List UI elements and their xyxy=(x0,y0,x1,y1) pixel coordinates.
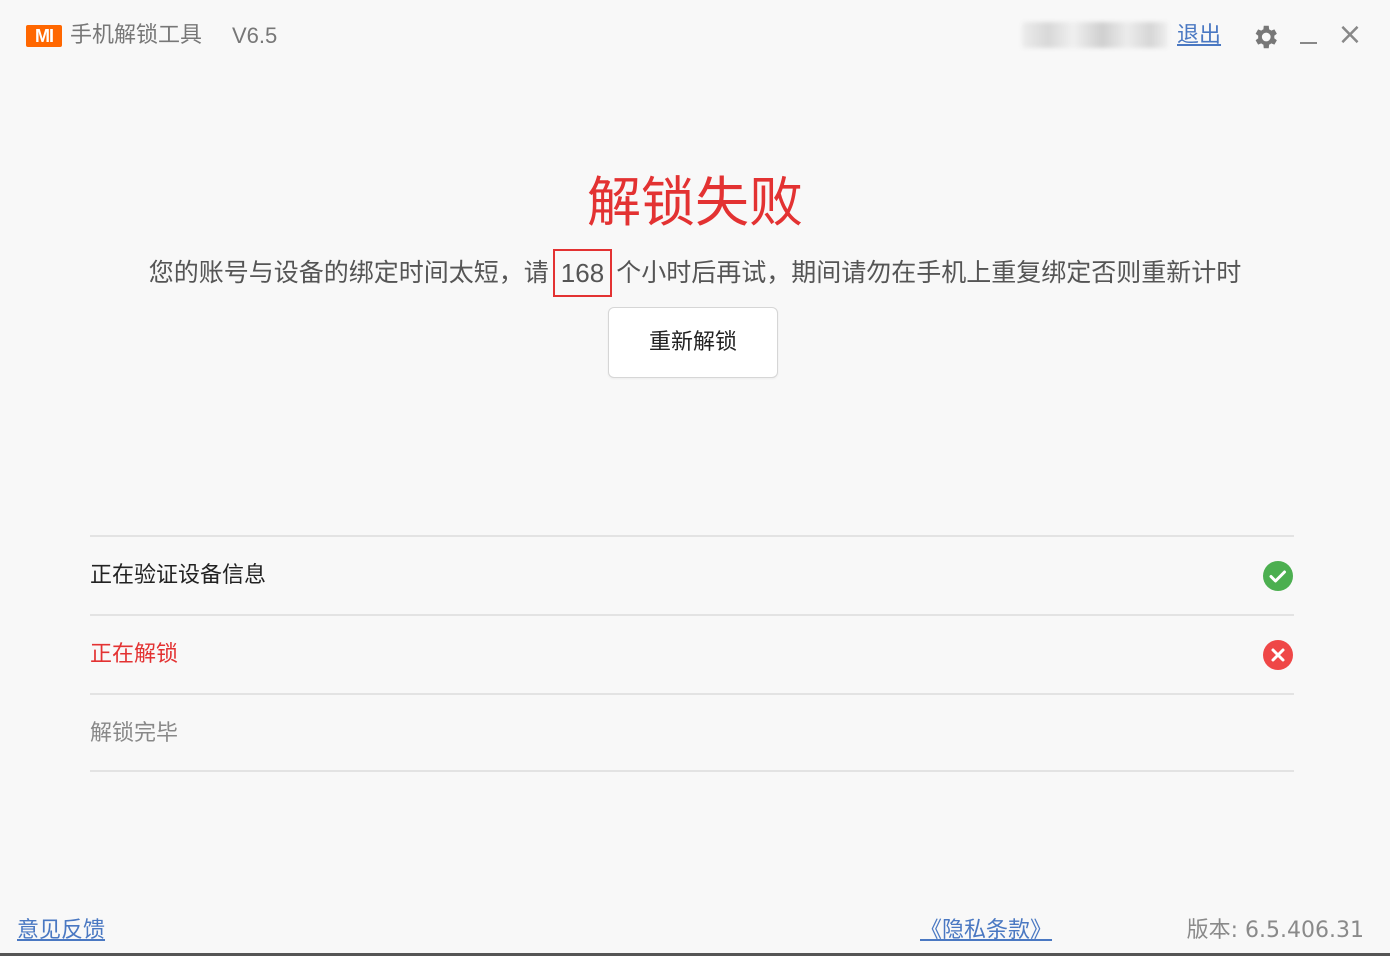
title-bar: MI 手机解锁工具 V6.5 退出 × xyxy=(0,0,1390,72)
message-suffix: 个小时后再试，期间请勿在手机上重复绑定否则重新计时 xyxy=(616,258,1242,287)
failure-message: 您的账号与设备的绑定时间太短，请 168 个小时后再试，期间请勿在手机上重复绑定否则… xyxy=(0,249,1390,297)
gear-icon[interactable] xyxy=(1250,22,1280,52)
close-icon[interactable]: × xyxy=(1337,20,1363,50)
privacy-terms-link[interactable]: 《隐私条款》 xyxy=(920,916,1052,946)
unlock-failed-title: 解锁失败 xyxy=(587,171,803,234)
wait-hours-highlight: 168 xyxy=(552,249,613,297)
mi-logo-icon: MI xyxy=(26,25,62,47)
app-title: 手机解锁工具 xyxy=(70,23,203,48)
step-label: 解锁完毕 xyxy=(90,721,179,746)
app-version: V6.5 xyxy=(232,23,278,48)
retry-unlock-button[interactable]: 重新解锁 xyxy=(608,307,778,378)
message-prefix: 您的账号与设备的绑定时间太短，请 xyxy=(148,258,549,287)
step-verify-device: 正在验证设备信息 xyxy=(90,535,1294,614)
error-x-icon xyxy=(1262,639,1294,671)
account-name-blurred xyxy=(1022,22,1168,48)
success-check-icon xyxy=(1262,560,1294,592)
feedback-link[interactable]: 意见反馈 xyxy=(17,916,105,946)
step-unlock-complete: 解锁完毕 xyxy=(90,693,1294,772)
minimize-icon[interactable] xyxy=(1296,24,1322,50)
logout-link[interactable]: 退出 xyxy=(1177,22,1221,50)
step-label: 正在验证设备信息 xyxy=(90,563,267,588)
step-unlocking: 正在解锁 xyxy=(90,614,1294,693)
version-info: 版本: 6.5.406.31 xyxy=(1186,918,1364,943)
step-label: 正在解锁 xyxy=(90,642,179,667)
unlock-steps-list: 正在验证设备信息 正在解锁 解锁完毕 xyxy=(90,535,1294,772)
